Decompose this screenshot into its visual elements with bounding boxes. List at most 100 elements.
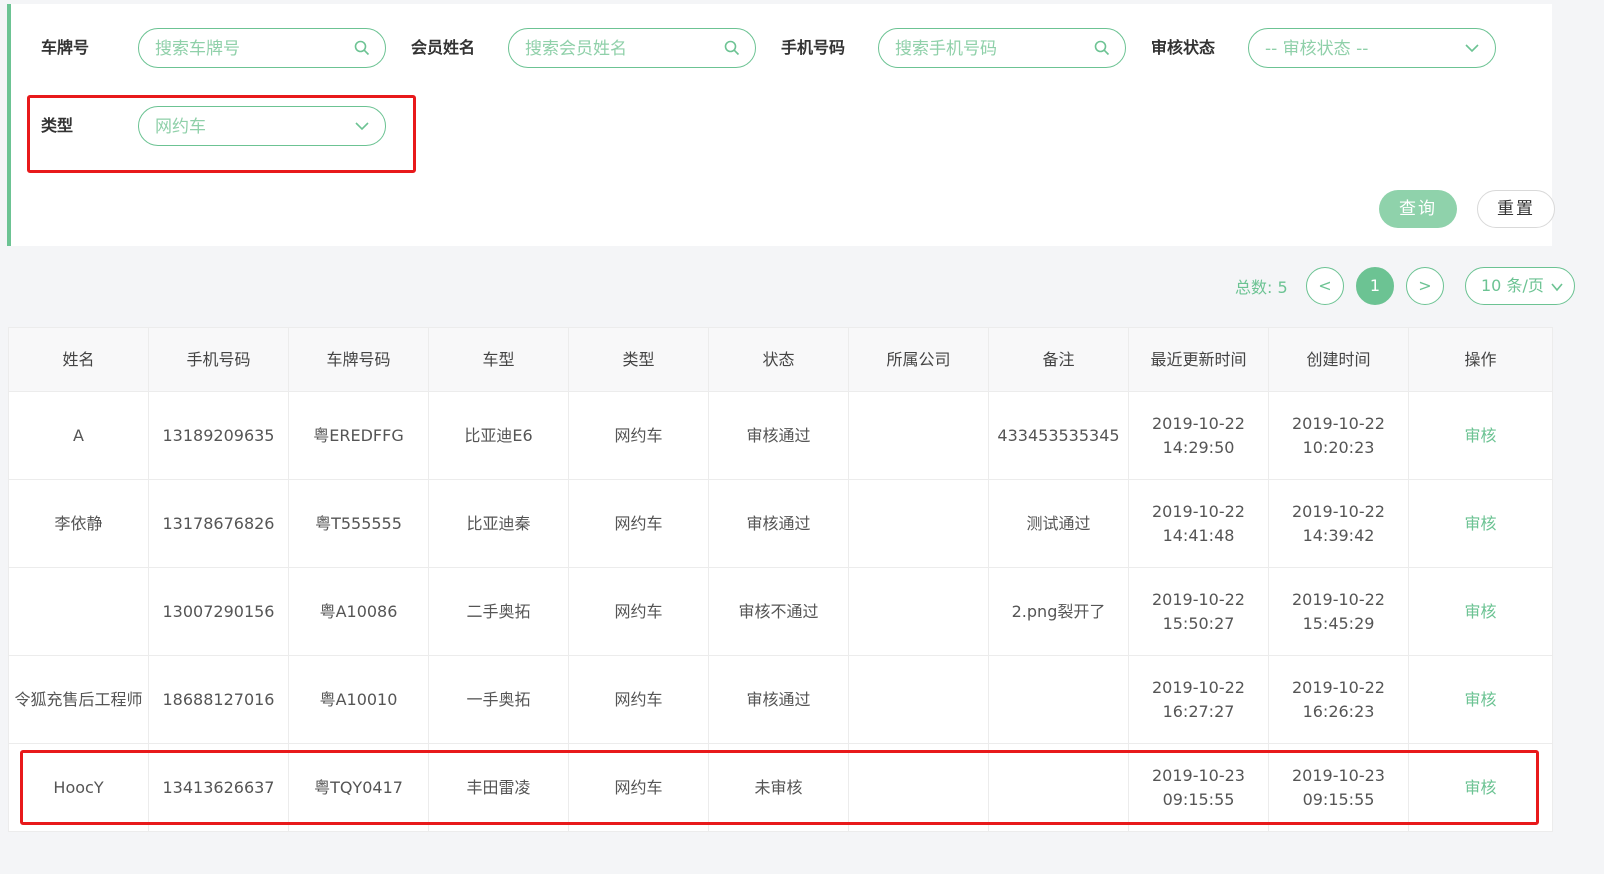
cell-name: A <box>8 391 149 480</box>
chevron-down-icon <box>1551 283 1563 292</box>
member-name-placeholder: 搜索会员姓名 <box>525 39 627 59</box>
review-link[interactable]: 审核 <box>1464 602 1496 621</box>
member-name-search-input[interactable]: 搜索会员姓名 <box>508 28 756 68</box>
column-header: 姓名 <box>8 327 149 392</box>
phone-search-placeholder: 搜索手机号码 <box>895 39 997 59</box>
created-date: 2019-10-22 <box>1292 589 1385 609</box>
cell-phone: 18688127016 <box>148 655 289 744</box>
cell-status: 审核通过 <box>708 391 849 480</box>
cell-type: 网约车 <box>568 391 709 480</box>
plate-search-placeholder: 搜索车牌号 <box>155 39 240 59</box>
cell-company <box>848 391 989 480</box>
cell-plate: 粤EREDFFG <box>288 391 429 480</box>
cell-created: 2019-10-22 14:39:42 <box>1268 479 1409 568</box>
review-link[interactable]: 审核 <box>1464 778 1496 797</box>
updated-time: 16:27:27 <box>1162 701 1235 721</box>
query-button[interactable]: 查询 <box>1379 190 1457 228</box>
page-size-select[interactable]: 10 条/页 <box>1465 267 1575 305</box>
reset-button[interactable]: 重置 <box>1477 190 1555 228</box>
created-time: 14:39:42 <box>1302 525 1375 545</box>
cell-action: 审核 <box>1408 479 1553 568</box>
column-header: 车牌号码 <box>288 327 429 392</box>
cell-model: 二手奥拓 <box>428 567 569 656</box>
cell-created: 2019-10-22 16:26:23 <box>1268 655 1409 744</box>
total-label: 总数: <box>1235 278 1273 297</box>
updated-time: 14:29:50 <box>1162 437 1235 457</box>
search-icon[interactable] <box>723 39 741 57</box>
review-link[interactable]: 审核 <box>1464 514 1496 533</box>
created-time: 09:15:55 <box>1302 789 1375 809</box>
updated-date: 2019-10-23 <box>1152 765 1245 785</box>
table-header-row: 姓名 手机号码 车牌号码 车型 类型 状态 所属公司 备注 最近更新时间 创建时… <box>8 327 1553 392</box>
cell-name: 令狐充售后工程师 <box>8 655 149 744</box>
cell-model: 比亚迪E6 <box>428 391 569 480</box>
cell-action: 审核 <box>1408 567 1553 656</box>
table-row: A 13189209635 粤EREDFFG 比亚迪E6 网约车 审核通过 43… <box>8 391 1553 480</box>
chevron-right-icon: > <box>1418 276 1432 295</box>
vehicle-review-table: 姓名 手机号码 车牌号码 车型 类型 状态 所属公司 备注 最近更新时间 创建时… <box>8 327 1553 832</box>
cell-remark <box>988 655 1129 744</box>
filter-panel: 车牌号 搜索车牌号 会员姓名 搜索会员姓名 手机号码 搜索手机号码 审核状态 -… <box>7 4 1552 246</box>
cell-phone: 13007290156 <box>148 567 289 656</box>
cell-action: 审核 <box>1408 743 1553 832</box>
review-link[interactable]: 审核 <box>1464 690 1496 709</box>
cell-name <box>8 567 149 656</box>
cell-type: 网约车 <box>568 479 709 568</box>
table-row: HoocY 13413626637 粤TQY0417 丰田雷凌 网约车 未审核 … <box>8 743 1553 832</box>
updated-time: 14:41:48 <box>1162 525 1235 545</box>
review-status-select[interactable]: -- 审核状态 -- <box>1248 28 1496 68</box>
cell-company <box>848 479 989 568</box>
created-time: 10:20:23 <box>1302 437 1375 457</box>
review-link[interactable]: 审核 <box>1464 426 1496 445</box>
updated-time: 15:50:27 <box>1162 613 1235 633</box>
cell-plate: 粤TQY0417 <box>288 743 429 832</box>
column-header: 备注 <box>988 327 1129 392</box>
cell-remark: 433453535345 <box>988 391 1129 480</box>
plate-label: 车牌号 <box>41 38 90 57</box>
column-header: 操作 <box>1408 327 1553 392</box>
cell-remark: 测试通过 <box>988 479 1129 568</box>
created-date: 2019-10-23 <box>1292 765 1385 785</box>
review-status-value: -- 审核状态 -- <box>1265 39 1369 59</box>
type-select-value: 网约车 <box>155 117 206 137</box>
prev-page-button[interactable]: < <box>1306 267 1344 305</box>
cell-created: 2019-10-23 09:15:55 <box>1268 743 1409 832</box>
cell-type: 网约车 <box>568 655 709 744</box>
cell-model: 比亚迪秦 <box>428 479 569 568</box>
created-date: 2019-10-22 <box>1292 677 1385 697</box>
cell-status: 审核不通过 <box>708 567 849 656</box>
column-header: 手机号码 <box>148 327 289 392</box>
cell-plate: 粤A10010 <box>288 655 429 744</box>
created-date: 2019-10-22 <box>1292 413 1385 433</box>
phone-label: 手机号码 <box>781 38 846 57</box>
cell-name: HoocY <box>8 743 149 832</box>
member-name-label: 会员姓名 <box>411 38 476 57</box>
updated-date: 2019-10-22 <box>1152 413 1245 433</box>
plate-search-input[interactable]: 搜索车牌号 <box>138 28 386 68</box>
chevron-down-icon <box>1465 44 1479 53</box>
type-select[interactable]: 网约车 <box>138 106 386 146</box>
created-time: 15:45:29 <box>1302 613 1375 633</box>
cell-plate: 粤T555555 <box>288 479 429 568</box>
updated-time: 09:15:55 <box>1162 789 1235 809</box>
total-value: 5 <box>1277 278 1288 297</box>
cell-status: 审核通过 <box>708 479 849 568</box>
phone-search-input[interactable]: 搜索手机号码 <box>878 28 1126 68</box>
cell-created: 2019-10-22 15:45:29 <box>1268 567 1409 656</box>
search-icon[interactable] <box>1093 39 1111 57</box>
column-header: 车型 <box>428 327 569 392</box>
chevron-down-icon <box>355 122 369 131</box>
cell-updated: 2019-10-23 09:15:55 <box>1128 743 1269 832</box>
page-1-button[interactable]: 1 <box>1356 267 1394 305</box>
cell-company <box>848 567 989 656</box>
cell-company <box>848 655 989 744</box>
created-time: 16:26:23 <box>1302 701 1375 721</box>
cell-updated: 2019-10-22 14:29:50 <box>1128 391 1269 480</box>
type-label: 类型 <box>41 116 74 135</box>
cell-phone: 13413626637 <box>148 743 289 832</box>
search-icon[interactable] <box>353 39 371 57</box>
cell-company <box>848 743 989 832</box>
table-row: 13007290156 粤A10086 二手奥拓 网约车 审核不通过 2.png… <box>8 567 1553 656</box>
cell-model: 丰田雷凌 <box>428 743 569 832</box>
next-page-button[interactable]: > <box>1406 267 1444 305</box>
